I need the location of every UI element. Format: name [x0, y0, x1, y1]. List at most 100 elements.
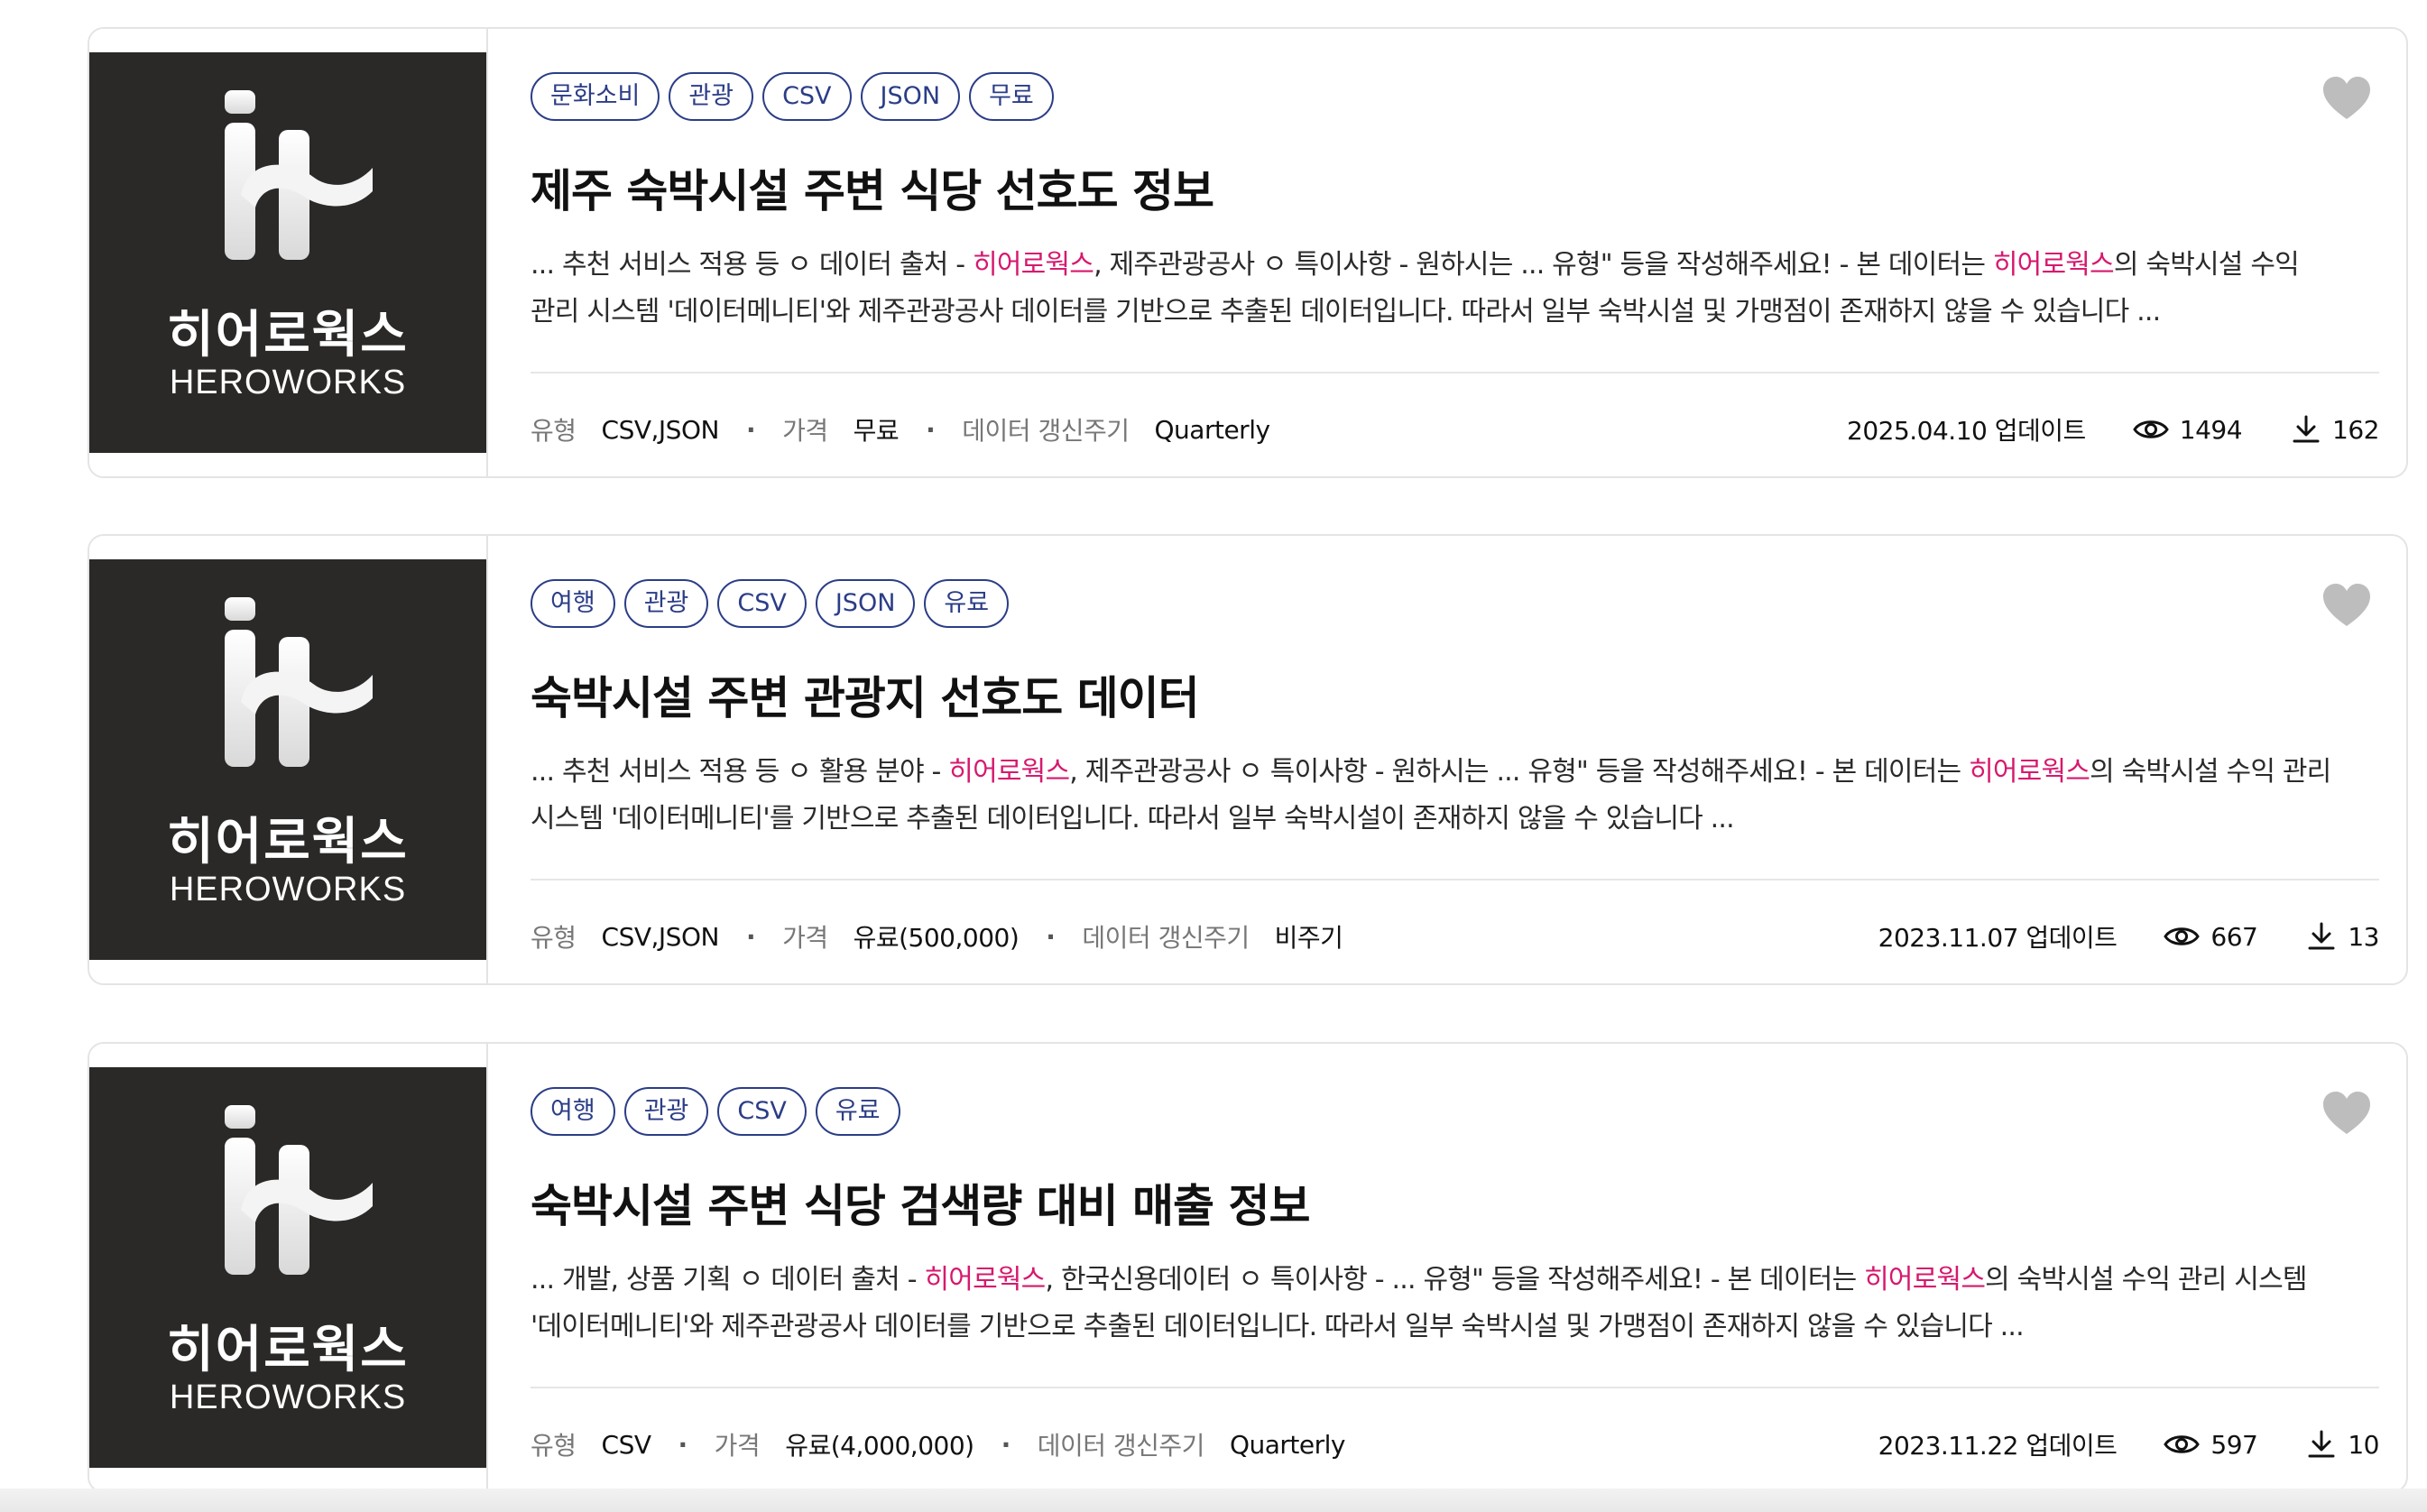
- heart-icon[interactable]: [2321, 74, 2372, 124]
- eye-icon: [2133, 417, 2169, 442]
- dataset-thumbnail[interactable]: 히어로웍스 HEROWORKS: [89, 536, 488, 983]
- dataset-thumbnail[interactable]: 히어로웍스 HEROWORKS: [89, 1044, 488, 1491]
- tag-chip[interactable]: 여행: [531, 1087, 615, 1136]
- update-cycle-value: Quarterly: [1154, 414, 1271, 445]
- updated-date: 2025.04.10 업데이트: [1847, 416, 2086, 446]
- description-text: 의 숙박시설 수익 관리: [2090, 756, 2331, 788]
- logo-text-korean: 히어로웍스: [167, 813, 409, 871]
- separator-dot: ·: [678, 1429, 688, 1460]
- updated-date: 2023.11.07 업데이트: [1878, 923, 2118, 953]
- price-label: 가격: [782, 416, 828, 446]
- update-cycle-label: 데이터 갱신주기: [1082, 923, 1250, 953]
- dataset-card-3[interactable]: 히어로웍스 HEROWORKS 여행 관광 CSV 유료 숙박시설 주변 식당 검색량…: [88, 1042, 2408, 1493]
- update-cycle-value: 비주기: [1274, 923, 1343, 953]
- tag-chip[interactable]: 관광: [669, 72, 754, 121]
- highlighted-keyword: 히어로웍스: [1992, 249, 2115, 281]
- tag-chip[interactable]: 문화소비: [531, 72, 660, 121]
- tag-chip[interactable]: 유료: [815, 1087, 900, 1136]
- tag-chip[interactable]: 관광: [623, 1087, 709, 1136]
- dataset-stats: 2023.11.07 업데이트 667 13: [1878, 918, 2380, 954]
- highlighted-keyword: 히어로웍스: [1969, 756, 2090, 788]
- tag-chip[interactable]: CSV: [717, 1087, 807, 1136]
- logo-text-english: HEROWORKS: [169, 871, 407, 908]
- heroworks-logo: 히어로웍스 HEROWORKS: [89, 1067, 486, 1468]
- dataset-card-2[interactable]: 히어로웍스 HEROWORKS 여행 관광 CSV JSON 유료 숙박시설 주변 관광…: [88, 534, 2408, 985]
- dataset-meta: 유형 CSV,JSON · 가격 유료(500,000) · 데이터 갱신주기 …: [531, 918, 1343, 954]
- tag-chip[interactable]: CSV: [717, 579, 807, 628]
- description-line: ... 추천 서비스 적용 등 ㅇ 활용 분야 - 히어로웍스, 제주관광공사 …: [531, 749, 2380, 796]
- dataset-stats: 2023.11.22 업데이트 597 10: [1878, 1426, 2380, 1462]
- type-label: 유형: [531, 923, 577, 953]
- download-icon: [2291, 414, 2321, 445]
- divider: [531, 879, 2379, 880]
- window-bottom-edge: [0, 1489, 2427, 1512]
- dataset-meta: 유형 CSV · 가격 유료(4,000,000) · 데이터 갱신주기 Qua…: [531, 1426, 1345, 1462]
- download-icon: [2306, 1429, 2337, 1460]
- heroworks-logo-mark: [225, 90, 373, 260]
- dataset-description: ... 추천 서비스 적용 등 ㅇ 활용 분야 - 히어로웍스, 제주관광공사 …: [531, 749, 2380, 843]
- price-label: 가격: [782, 923, 828, 953]
- dataset-card-1[interactable]: 히어로웍스 HEROWORKS 문화소비 관광 CSV JSON 무료 제주 숙박시설 …: [88, 27, 2408, 478]
- description-text: 시스템 '데이터메니티'를 기반으로 추출된 데이터입니다. 따라서 일부 숙박…: [531, 803, 1735, 834]
- heart-icon[interactable]: [2321, 1089, 2372, 1139]
- description-text: ... 추천 서비스 적용 등 ㅇ 활용 분야 -: [531, 756, 949, 788]
- type-label: 유형: [531, 1431, 577, 1461]
- eye-icon: [2164, 1432, 2201, 1457]
- update-cycle-label: 데이터 갱신주기: [962, 416, 1130, 446]
- description-text: ... 개발, 상품 기획 ㅇ 데이터 출처 -: [531, 1264, 925, 1295]
- dataset-list: 히어로웍스 HEROWORKS 문화소비 관광 CSV JSON 무료 제주 숙박시설 …: [0, 0, 2427, 1512]
- price-value: 유료(4,000,000): [785, 1431, 974, 1461]
- logo-text-english: HEROWORKS: [169, 364, 407, 401]
- tag-chip[interactable]: JSON: [860, 72, 961, 121]
- highlighted-keyword: 히어로웍스: [924, 1264, 1046, 1295]
- dataset-content: 여행 관광 CSV JSON 유료 숙박시설 주변 관광지 선호도 데이터 ... 추천…: [531, 536, 2379, 983]
- heroworks-logo: 히어로웍스 HEROWORKS: [89, 559, 486, 960]
- dataset-content: 여행 관광 CSV 유료 숙박시설 주변 식당 검색량 대비 매출 정보 ... 개발…: [531, 1044, 2379, 1491]
- download-count: 13: [2306, 921, 2379, 952]
- divider: [531, 372, 2379, 373]
- heroworks-logo-mark: [225, 1105, 373, 1275]
- logo-text-english: HEROWORKS: [169, 1378, 407, 1416]
- description-line: ... 추천 서비스 적용 등 ㅇ 데이터 출처 - 히어로웍스, 제주관광공사…: [531, 242, 2380, 289]
- price-label: 가격: [714, 1431, 761, 1461]
- tag-list: 문화소비 관광 CSV JSON 무료: [531, 72, 1063, 121]
- download-count: 162: [2291, 414, 2379, 445]
- logo-text-korean: 히어로웍스: [167, 306, 409, 364]
- update-cycle-value: Quarterly: [1229, 1429, 1346, 1460]
- description-line: ... 개발, 상품 기획 ㅇ 데이터 출처 - 히어로웍스, 한국신용데이터 …: [531, 1257, 2380, 1304]
- type-value: CSV,JSON: [601, 414, 720, 445]
- dataset-thumbnail[interactable]: 히어로웍스 HEROWORKS: [89, 29, 488, 476]
- description-line: 시스템 '데이터메니티'를 기반으로 추출된 데이터입니다. 따라서 일부 숙박…: [531, 796, 2380, 843]
- tag-chip[interactable]: 여행: [531, 579, 615, 628]
- tag-chip[interactable]: 관광: [623, 579, 709, 628]
- dataset-title[interactable]: 제주 숙박시설 주변 식당 선호도 정보: [531, 155, 1214, 220]
- dataset-description: ... 개발, 상품 기획 ㅇ 데이터 출처 - 히어로웍스, 한국신용데이터 …: [531, 1257, 2380, 1351]
- tag-chip[interactable]: CSV: [762, 72, 852, 121]
- description-text: '데이터메니티'와 제주관광공사 데이터를 기반으로 추출된 데이터입니다. 따…: [531, 1311, 2025, 1342]
- separator-dot: ·: [1046, 921, 1056, 952]
- view-count: 1494: [2133, 415, 2243, 445]
- download-count: 10: [2306, 1429, 2379, 1460]
- separator-dot: ·: [745, 414, 756, 445]
- price-value: 무료: [853, 416, 900, 446]
- tag-chip[interactable]: JSON: [815, 579, 916, 628]
- separator-dot: ·: [745, 921, 756, 952]
- highlighted-keyword: 히어로웍스: [973, 249, 1094, 281]
- dataset-title[interactable]: 숙박시설 주변 식당 검색량 대비 매출 정보: [531, 1170, 1310, 1235]
- view-count: 597: [2164, 1430, 2258, 1460]
- tag-chip[interactable]: 무료: [969, 72, 1054, 121]
- description-text: 의 숙박시설 수익 관리 시스템: [1985, 1264, 2307, 1295]
- highlighted-keyword: 히어로웍스: [1864, 1264, 1986, 1295]
- dataset-title[interactable]: 숙박시설 주변 관광지 선호도 데이터: [531, 662, 1200, 727]
- heroworks-logo: 히어로웍스 HEROWORKS: [89, 52, 486, 453]
- description-text: , 제주관광공사 ㅇ 특이사항 - 원하시는 ... 유형" 등을 작성해주세요…: [1094, 249, 1993, 281]
- dataset-stats: 2025.04.10 업데이트 1494 162: [1847, 411, 2379, 447]
- separator-dot: ·: [926, 414, 936, 445]
- tag-chip[interactable]: 유료: [924, 579, 1010, 628]
- heroworks-logo-mark: [225, 597, 373, 767]
- type-value: CSV,JSON: [601, 921, 720, 952]
- view-count: 667: [2164, 922, 2258, 952]
- heart-icon[interactable]: [2321, 581, 2372, 632]
- tag-list: 여행 관광 CSV 유료: [531, 1087, 909, 1136]
- highlighted-keyword: 히어로웍스: [948, 756, 1070, 788]
